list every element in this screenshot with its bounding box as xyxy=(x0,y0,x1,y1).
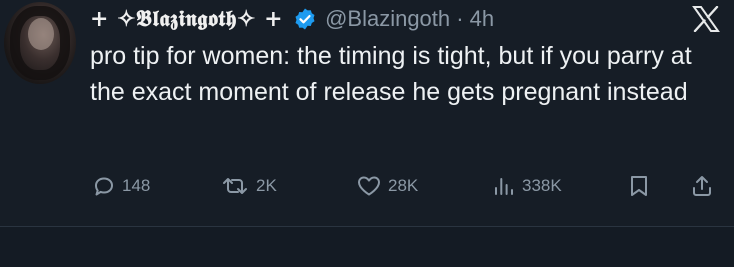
reply-icon xyxy=(95,177,113,196)
handle-and-timestamp[interactable]: @Blazingoth · 4h xyxy=(325,6,494,32)
share-button[interactable] xyxy=(690,166,714,206)
views-chart-icon xyxy=(495,178,513,195)
bookmark-icon xyxy=(631,176,647,196)
heart-icon xyxy=(358,176,380,196)
repost-icon xyxy=(223,178,247,194)
x-logo-icon[interactable] xyxy=(692,5,720,33)
like-button[interactable]: 28K xyxy=(356,166,418,206)
next-tweet-area xyxy=(0,227,734,267)
tweet-header: + ✧𝕭𝖑𝖆𝖟𝖎𝖓𝖌𝖔𝖙𝖍✧ + @Blazingoth · 4h xyxy=(90,4,494,34)
bookmark-button[interactable] xyxy=(628,166,650,206)
tweet-text: pro tip for women: the timing is tight, … xyxy=(90,42,692,106)
like-count: 28K xyxy=(388,176,419,195)
repost-button[interactable]: 2K xyxy=(220,166,277,206)
avatar-hair xyxy=(10,6,70,80)
share-icon xyxy=(693,176,711,196)
verified-badge-icon xyxy=(293,7,317,31)
tweet-card[interactable]: + ✧𝕭𝖑𝖆𝖟𝖎𝖓𝖌𝖔𝖙𝖍✧ + @Blazingoth · 4h pro ti… xyxy=(0,0,734,226)
view-count: 338K xyxy=(522,176,562,195)
reply-count: 148 xyxy=(122,176,151,195)
display-name[interactable]: + ✧𝕭𝖑𝖆𝖟𝖎𝖓𝖌𝖔𝖙𝖍✧ + xyxy=(90,6,283,32)
avatar[interactable] xyxy=(4,2,76,84)
action-bar: 148 2K 28K 338K xyxy=(0,166,734,206)
reply-button[interactable]: 148 xyxy=(92,166,150,206)
views-button[interactable]: 338K xyxy=(492,166,562,206)
repost-count: 2K xyxy=(256,176,277,195)
